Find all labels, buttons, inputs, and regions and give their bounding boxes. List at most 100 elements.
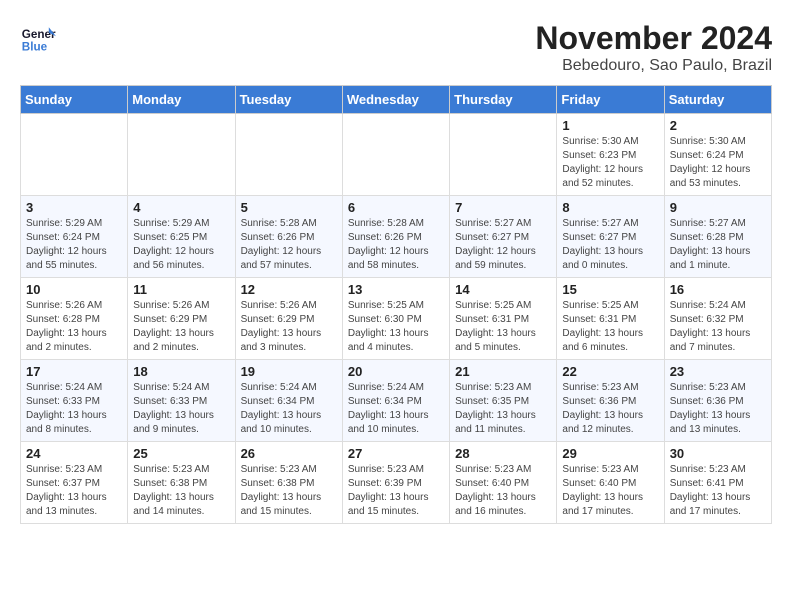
day-number: 9 (670, 200, 766, 215)
day-number: 14 (455, 282, 551, 297)
day-number: 18 (133, 364, 229, 379)
calendar-cell: 18 Sunrise: 5:24 AM Sunset: 6:33 PM Dayli… (128, 360, 235, 442)
day-number: 24 (26, 446, 122, 461)
day-number: 7 (455, 200, 551, 215)
day-number: 17 (26, 364, 122, 379)
calendar-cell: 11 Sunrise: 5:26 AM Sunset: 6:29 PM Dayli… (128, 278, 235, 360)
day-info: Sunrise: 5:23 AM Sunset: 6:39 PM Dayligh… (348, 463, 444, 519)
weekday-header: Wednesday (342, 86, 449, 114)
day-info: Sunrise: 5:23 AM Sunset: 6:38 PM Dayligh… (133, 463, 229, 519)
header: General Blue November 2024 Bebedouro, Sa… (20, 20, 772, 75)
calendar-cell: 25 Sunrise: 5:23 AM Sunset: 6:38 PM Dayli… (128, 442, 235, 524)
calendar-cell: 19Sunrise: 5:24 AM Sunset: 6:34 PM Dayli… (235, 360, 342, 442)
calendar-cell: 23 Sunrise: 5:23 AM Sunset: 6:36 PM Dayli… (664, 360, 771, 442)
calendar-cell: 10Sunrise: 5:26 AM Sunset: 6:28 PM Dayli… (21, 278, 128, 360)
day-info: Sunrise: 5:23 AM Sunset: 6:40 PM Dayligh… (562, 463, 658, 519)
day-number: 3 (26, 200, 122, 215)
calendar-cell: 27 Sunrise: 5:23 AM Sunset: 6:39 PM Dayli… (342, 442, 449, 524)
day-number: 12 (241, 282, 337, 297)
calendar-cell (128, 114, 235, 196)
day-info: Sunrise: 5:23 AM Sunset: 6:38 PM Dayligh… (241, 463, 337, 519)
day-info: Sunrise: 5:24 AM Sunset: 6:33 PM Dayligh… (26, 381, 122, 437)
calendar-cell: 29Sunrise: 5:23 AM Sunset: 6:40 PM Dayli… (557, 442, 664, 524)
day-info: Sunrise: 5:25 AM Sunset: 6:30 PM Dayligh… (348, 299, 444, 355)
calendar-cell (450, 114, 557, 196)
logo: General Blue (20, 20, 56, 56)
day-number: 22 (562, 364, 658, 379)
calendar-cell: 5 Sunrise: 5:28 AM Sunset: 6:26 PM Daylig… (235, 196, 342, 278)
calendar-cell: 13 Sunrise: 5:25 AM Sunset: 6:30 PM Dayli… (342, 278, 449, 360)
weekday-header: Friday (557, 86, 664, 114)
calendar-week-row: 3 Sunrise: 5:29 AM Sunset: 6:24 PM Daylig… (21, 196, 772, 278)
day-number: 23 (670, 364, 766, 379)
weekday-header: Sunday (21, 86, 128, 114)
day-info: Sunrise: 5:27 AM Sunset: 6:27 PM Dayligh… (562, 217, 658, 273)
day-number: 27 (348, 446, 444, 461)
day-info: Sunrise: 5:25 AM Sunset: 6:31 PM Dayligh… (562, 299, 658, 355)
day-info: Sunrise: 5:29 AM Sunset: 6:25 PM Dayligh… (133, 217, 229, 273)
calendar-week-row: 1 Sunrise: 5:30 AM Sunset: 6:23 PM Daylig… (21, 114, 772, 196)
day-number: 2 (670, 118, 766, 133)
day-info: Sunrise: 5:23 AM Sunset: 6:40 PM Dayligh… (455, 463, 551, 519)
day-number: 21 (455, 364, 551, 379)
calendar-cell: 28 Sunrise: 5:23 AM Sunset: 6:40 PM Dayli… (450, 442, 557, 524)
day-info: Sunrise: 5:26 AM Sunset: 6:28 PM Dayligh… (26, 299, 122, 355)
day-number: 26 (241, 446, 337, 461)
day-info: Sunrise: 5:27 AM Sunset: 6:28 PM Dayligh… (670, 217, 766, 273)
calendar-cell: 7 Sunrise: 5:27 AM Sunset: 6:27 PM Daylig… (450, 196, 557, 278)
calendar-table: SundayMondayTuesdayWednesdayThursdayFrid… (20, 85, 772, 524)
day-info: Sunrise: 5:23 AM Sunset: 6:35 PM Dayligh… (455, 381, 551, 437)
calendar-cell: 14Sunrise: 5:25 AM Sunset: 6:31 PM Dayli… (450, 278, 557, 360)
calendar-cell: 21 Sunrise: 5:23 AM Sunset: 6:35 PM Dayli… (450, 360, 557, 442)
calendar-cell (21, 114, 128, 196)
calendar-cell: 30Sunrise: 5:23 AM Sunset: 6:41 PM Dayli… (664, 442, 771, 524)
calendar-cell: 8 Sunrise: 5:27 AM Sunset: 6:27 PM Daylig… (557, 196, 664, 278)
day-info: Sunrise: 5:26 AM Sunset: 6:29 PM Dayligh… (133, 299, 229, 355)
month-title: November 2024 (535, 20, 772, 57)
logo-icon: General Blue (20, 20, 56, 56)
calendar-week-row: 17 Sunrise: 5:24 AM Sunset: 6:33 PM Dayli… (21, 360, 772, 442)
day-info: Sunrise: 5:24 AM Sunset: 6:34 PM Dayligh… (348, 381, 444, 437)
calendar-cell: 17 Sunrise: 5:24 AM Sunset: 6:33 PM Dayli… (21, 360, 128, 442)
day-number: 20 (348, 364, 444, 379)
day-number: 19 (241, 364, 337, 379)
day-info: Sunrise: 5:28 AM Sunset: 6:26 PM Dayligh… (241, 217, 337, 273)
day-info: Sunrise: 5:26 AM Sunset: 6:29 PM Dayligh… (241, 299, 337, 355)
day-info: Sunrise: 5:23 AM Sunset: 6:36 PM Dayligh… (670, 381, 766, 437)
day-info: Sunrise: 5:30 AM Sunset: 6:23 PM Dayligh… (562, 135, 658, 191)
weekday-header: Tuesday (235, 86, 342, 114)
calendar-cell: 24 Sunrise: 5:23 AM Sunset: 6:37 PM Dayli… (21, 442, 128, 524)
day-number: 11 (133, 282, 229, 297)
day-number: 28 (455, 446, 551, 461)
day-info: Sunrise: 5:28 AM Sunset: 6:26 PM Dayligh… (348, 217, 444, 273)
day-number: 4 (133, 200, 229, 215)
day-number: 5 (241, 200, 337, 215)
calendar-cell: 26 Sunrise: 5:23 AM Sunset: 6:38 PM Dayli… (235, 442, 342, 524)
calendar-week-row: 10Sunrise: 5:26 AM Sunset: 6:28 PM Dayli… (21, 278, 772, 360)
day-info: Sunrise: 5:24 AM Sunset: 6:33 PM Dayligh… (133, 381, 229, 437)
calendar-cell: 2 Sunrise: 5:30 AM Sunset: 6:24 PM Daylig… (664, 114, 771, 196)
weekday-header: Thursday (450, 86, 557, 114)
calendar-week-row: 24 Sunrise: 5:23 AM Sunset: 6:37 PM Dayli… (21, 442, 772, 524)
day-number: 15 (562, 282, 658, 297)
day-info: Sunrise: 5:27 AM Sunset: 6:27 PM Dayligh… (455, 217, 551, 273)
day-number: 1 (562, 118, 658, 133)
day-info: Sunrise: 5:23 AM Sunset: 6:37 PM Dayligh… (26, 463, 122, 519)
day-number: 25 (133, 446, 229, 461)
day-number: 13 (348, 282, 444, 297)
calendar-cell (235, 114, 342, 196)
title-area: November 2024 Bebedouro, Sao Paulo, Braz… (535, 20, 772, 75)
calendar-cell: 20 Sunrise: 5:24 AM Sunset: 6:34 PM Dayli… (342, 360, 449, 442)
svg-text:Blue: Blue (22, 41, 48, 54)
calendar-cell: 16Sunrise: 5:24 AM Sunset: 6:32 PM Dayli… (664, 278, 771, 360)
day-number: 8 (562, 200, 658, 215)
day-info: Sunrise: 5:30 AM Sunset: 6:24 PM Dayligh… (670, 135, 766, 191)
day-info: Sunrise: 5:29 AM Sunset: 6:24 PM Dayligh… (26, 217, 122, 273)
calendar-cell: 15 Sunrise: 5:25 AM Sunset: 6:31 PM Dayli… (557, 278, 664, 360)
calendar-cell: 22 Sunrise: 5:23 AM Sunset: 6:36 PM Dayli… (557, 360, 664, 442)
calendar-cell: 3 Sunrise: 5:29 AM Sunset: 6:24 PM Daylig… (21, 196, 128, 278)
day-info: Sunrise: 5:23 AM Sunset: 6:36 PM Dayligh… (562, 381, 658, 437)
calendar-cell: 9 Sunrise: 5:27 AM Sunset: 6:28 PM Daylig… (664, 196, 771, 278)
calendar-cell: 1 Sunrise: 5:30 AM Sunset: 6:23 PM Daylig… (557, 114, 664, 196)
day-number: 16 (670, 282, 766, 297)
